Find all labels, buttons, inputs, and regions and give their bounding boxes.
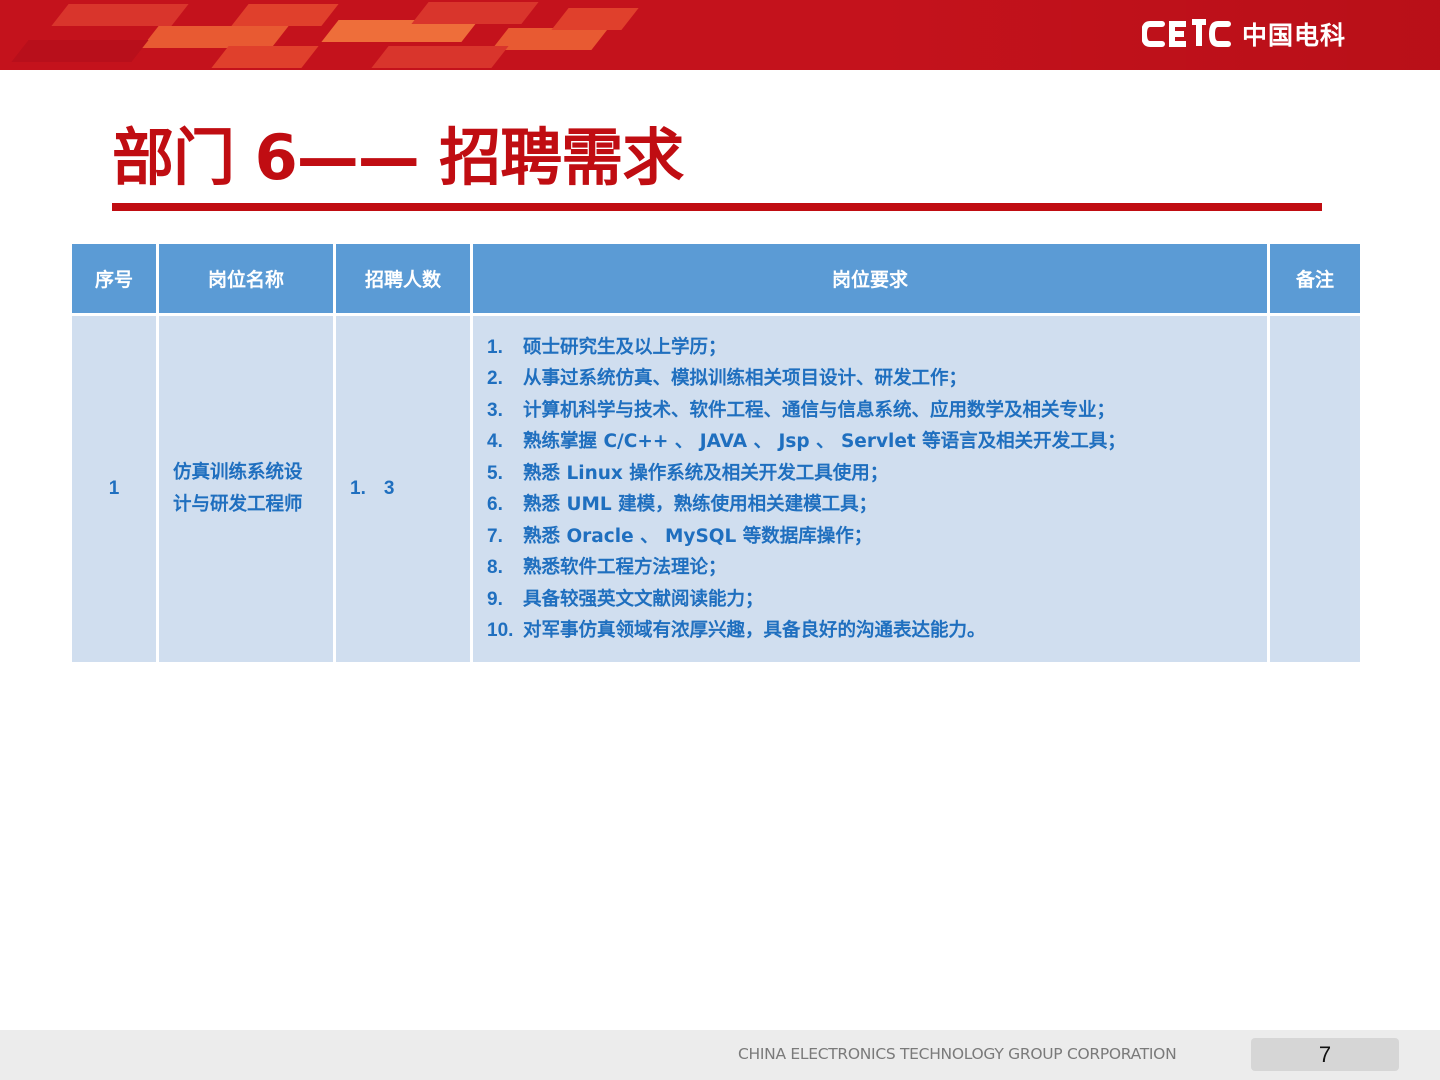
requirement-text: 对军事仿真领域有浓厚兴趣，具备良好的沟通表达能力。 xyxy=(523,620,986,641)
requirement-text: 熟练掌握 C/C++ 、 JAVA 、 Jsp 、 Servlet 等语言及相关… xyxy=(523,431,1126,452)
count-number: 3 xyxy=(383,478,395,499)
logo-chinese-text: 中国电科 xyxy=(1242,21,1347,50)
footer-company-name: CHINA ELECTRONICS TECHNOLOGY GROUP CORPO… xyxy=(738,1045,1177,1063)
requirement-number: 1. xyxy=(487,336,503,358)
requirement-number: 7. xyxy=(487,525,503,547)
top-banner: 中国电科 xyxy=(0,0,1440,70)
position-name: 仿真训练系统设计与研发工程师 xyxy=(173,462,303,515)
header-cell-remark: 备注 xyxy=(1270,244,1360,313)
requirement-item: 10. 对军事仿真领域有浓厚兴趣，具备良好的沟通表达能力。 xyxy=(487,615,1126,647)
count-value: 1. 3 xyxy=(350,478,394,500)
requirement-text: 熟悉软件工程方法理论； xyxy=(523,557,727,578)
cetc-logo: 中国电科 xyxy=(1142,14,1346,54)
requirement-text: 从事过系统仿真、模拟训练相关项目设计、研发工作； xyxy=(523,368,968,389)
cell-remark xyxy=(1270,316,1360,662)
requirement-item: 6. 熟悉 UML 建模，熟练使用相关建模工具； xyxy=(487,489,1126,521)
requirement-item: 1. 硕士研究生及以上学历； xyxy=(487,332,1126,364)
requirement-number: 8. xyxy=(487,557,503,578)
requirement-number: 9. xyxy=(487,588,503,610)
page-number: 7 xyxy=(1318,1041,1332,1067)
page-number-badge: 7 xyxy=(1251,1038,1399,1071)
cell-position: 仿真训练系统设计与研发工程师 xyxy=(159,316,333,662)
requirement-item: 8. 熟悉软件工程方法理论； xyxy=(487,552,1126,584)
requirement-text: 具备较强英文文献阅读能力； xyxy=(523,588,764,610)
row-index: 1 xyxy=(108,478,120,499)
requirements-list: 1. 硕士研究生及以上学历； 2. 从事过系统仿真、模拟训练相关项目设计、研发工作；… xyxy=(473,332,1126,647)
requirement-item: 5. 熟悉 Linux 操作系统及相关开发工具使用； xyxy=(487,458,1126,490)
requirement-number: 2. xyxy=(487,368,503,389)
requirement-item: 4. 熟练掌握 C/C++ 、 JAVA 、 Jsp 、 Servlet 等语言及… xyxy=(487,426,1126,458)
requirement-text: 计算机科学与技术、软件工程、通信与信息系统、应用数学及相关专业； xyxy=(523,399,1116,421)
cell-requirements: 1. 硕士研究生及以上学历； 2. 从事过系统仿真、模拟训练相关项目设计、研发工作；… xyxy=(473,316,1267,662)
requirement-item: 2. 从事过系统仿真、模拟训练相关项目设计、研发工作； xyxy=(487,363,1126,395)
cell-index: 1 xyxy=(72,316,156,662)
requirement-text: 熟悉 Oracle 、 MySQL 等数据库操作； xyxy=(523,525,873,547)
requirement-text: 硕士研究生及以上学历； xyxy=(523,336,727,358)
cetc-logo-mark xyxy=(1142,19,1231,47)
count-prefix: 1. xyxy=(350,478,366,499)
title-underline xyxy=(112,203,1322,211)
requirement-text: 熟悉 Linux 操作系统及相关开发工具使用； xyxy=(523,462,889,484)
recruitment-table: 序号 岗位名称 招聘人数 岗位要求 备注 1 仿真训练系统设计与研发工程师 1.… xyxy=(72,244,1360,662)
requirement-text: 熟悉 UML 建模，熟练使用相关建模工具； xyxy=(523,494,878,515)
requirement-number: 5. xyxy=(487,462,503,484)
cell-count: 1. 3 xyxy=(336,316,470,662)
header-cell-count: 招聘人数 xyxy=(336,244,470,313)
header-cell-index: 序号 xyxy=(72,244,156,313)
requirement-number: 4. xyxy=(487,431,503,452)
requirement-item: 7. 熟悉 Oracle 、 MySQL 等数据库操作； xyxy=(487,521,1126,553)
requirement-item: 9. 具备较强英文文献阅读能力； xyxy=(487,584,1126,616)
requirement-number: 10. xyxy=(487,620,514,641)
header-cell-requirements: 岗位要求 xyxy=(473,244,1267,313)
requirement-number: 6. xyxy=(487,494,503,515)
footer-bar xyxy=(0,1030,1440,1080)
requirement-number: 3. xyxy=(487,399,503,421)
requirement-item: 3. 计算机科学与技术、软件工程、通信与信息系统、应用数学及相关专业； xyxy=(487,395,1126,427)
header-cell-position: 岗位名称 xyxy=(159,244,333,313)
page-title: 部门 6—— 招聘需求 xyxy=(112,121,684,194)
